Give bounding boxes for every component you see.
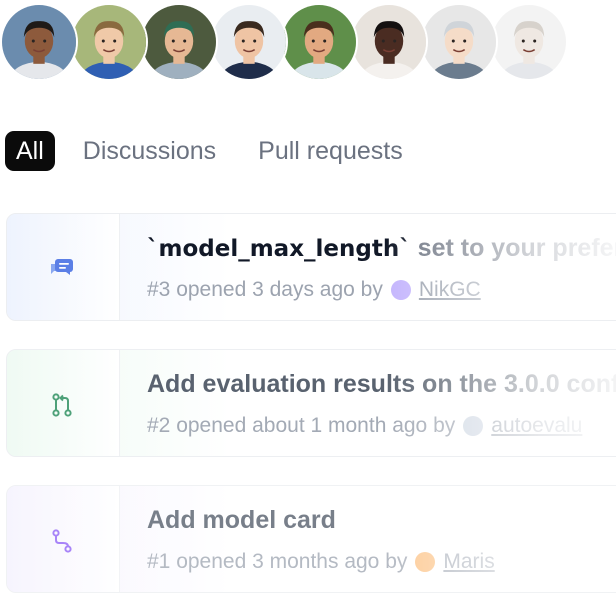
item-title-text: Add model card (147, 506, 336, 534)
user-link[interactable]: NikGC (419, 278, 481, 302)
item-title-text: set to your prefer (410, 234, 616, 262)
user-link[interactable]: Maris (443, 550, 494, 574)
item-meta-text: #3 opened 3 days ago by (147, 278, 383, 301)
item-title-code: `model_max_length` (147, 236, 411, 262)
item-title[interactable]: `model_max_length` set to your prefer (147, 234, 616, 263)
item-meta: #3 opened 3 days ago by NikGC (147, 278, 481, 302)
user-avatar (463, 416, 484, 436)
item-meta: #2 opened about 1 month ago by autoevalu (147, 414, 582, 438)
avatar-1[interactable] (0, 3, 78, 81)
contributor-avatars (0, 3, 580, 85)
item-type-box (7, 214, 120, 320)
fade-overlay (385, 350, 616, 456)
item-meta-text: #2 opened about 1 month ago by (147, 414, 456, 437)
list-item[interactable]: Add evaluation results on the 3.0.0 conf… (6, 349, 616, 457)
item-type-box (7, 350, 120, 456)
item-title[interactable]: Add evaluation results on the 3.0.0 conf (147, 370, 616, 399)
item-meta: #1 opened 3 months ago by Maris (147, 550, 495, 574)
item-type-box (7, 486, 120, 592)
avatar-8[interactable] (490, 3, 568, 81)
user-link[interactable]: autoevalu (491, 414, 582, 438)
fade-overlay (385, 214, 616, 320)
list-item[interactable]: `model_max_length` set to your prefer #3… (6, 213, 616, 321)
avatar-7[interactable] (420, 3, 498, 81)
item-meta-text: #1 opened 3 months ago by (147, 550, 408, 573)
pull-request-icon (52, 529, 72, 553)
fade-overlay (385, 486, 616, 592)
filter-tabs: All Discussions Pull requests (5, 131, 413, 171)
avatar-6[interactable] (350, 3, 428, 81)
avatar-5[interactable] (280, 3, 358, 81)
user-avatar (415, 552, 436, 572)
list-item[interactable]: Add model card #1 opened 3 months ago by… (6, 485, 616, 593)
pull-request-icon (52, 393, 72, 417)
tab-discussions[interactable]: Discussions (73, 131, 226, 171)
tab-all[interactable]: All (5, 131, 55, 171)
item-title[interactable]: Add model card (147, 506, 336, 535)
avatar-2[interactable] (70, 3, 148, 81)
avatar-3[interactable] (140, 3, 218, 81)
item-title-text: Add evaluation results on the 3.0.0 conf (147, 370, 616, 398)
tab-pull-requests[interactable]: Pull requests (248, 131, 413, 171)
avatar-4[interactable] (210, 3, 288, 81)
discussion-icon (51, 259, 73, 275)
user-avatar (390, 280, 411, 300)
